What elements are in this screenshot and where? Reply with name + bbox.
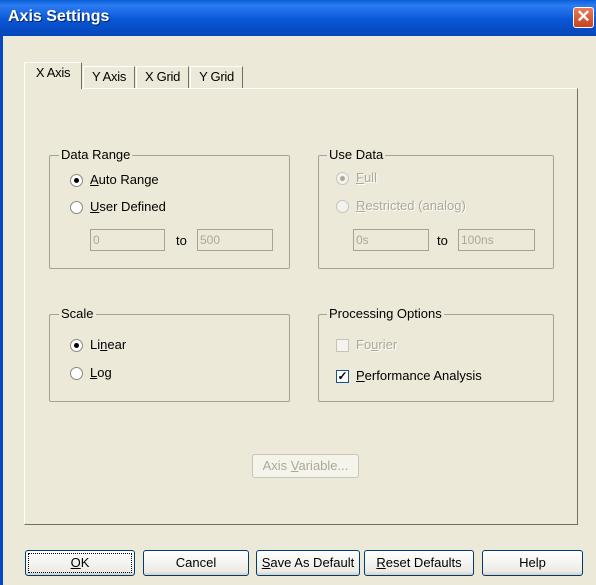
ok-button[interactable]: OK <box>25 550 135 576</box>
use-to-input[interactable]: 100ns <box>458 229 535 251</box>
performance-analysis-label[interactable]: Performance Analysis <box>356 368 482 384</box>
range-to-label: to <box>176 233 187 248</box>
tab-x-axis[interactable]: X Axis <box>24 62 82 89</box>
range-to-input[interactable]: 500 <box>197 229 273 251</box>
axis-variable-button[interactable]: Axis Variable... <box>252 454 359 478</box>
title-bar: Axis Settings ✕ <box>0 0 596 36</box>
save-as-default-button[interactable]: Save As Default <box>256 550 360 576</box>
range-from-input[interactable]: 0 <box>90 229 165 251</box>
linear-radio[interactable] <box>70 339 83 352</box>
tab-y-grid[interactable]: Y Grid <box>190 66 243 88</box>
full-label[interactable]: Full <box>356 170 377 186</box>
reset-defaults-button[interactable]: Reset Defaults <box>364 550 474 576</box>
fourier-label[interactable]: Fourier <box>356 337 397 353</box>
restricted-radio[interactable] <box>336 200 349 213</box>
user-defined-label[interactable]: User Defined <box>90 199 166 215</box>
restricted-label[interactable]: Restricted (analog) <box>356 198 466 214</box>
close-button[interactable]: ✕ <box>573 7 594 28</box>
auto-range-radio[interactable] <box>70 174 83 187</box>
checkmark-icon: ✓ <box>337 369 348 383</box>
data-range-group <box>49 155 290 269</box>
use-to-label: to <box>437 233 448 248</box>
use-data-title: Use Data <box>327 147 386 163</box>
scale-group <box>49 314 290 402</box>
log-label[interactable]: Log <box>90 365 112 381</box>
linear-label[interactable]: Linear <box>90 337 126 353</box>
fourier-checkbox[interactable] <box>336 339 349 352</box>
scale-title: Scale <box>59 306 96 322</box>
cancel-button[interactable]: Cancel <box>143 550 249 576</box>
log-radio[interactable] <box>70 367 83 380</box>
performance-analysis-checkbox[interactable]: ✓ <box>336 370 349 383</box>
full-radio[interactable] <box>336 172 349 185</box>
auto-range-label[interactable]: Auto Range <box>90 172 159 188</box>
close-icon: ✕ <box>576 7 591 26</box>
processing-options-title: Processing Options <box>327 306 444 322</box>
data-range-title: Data Range <box>59 147 133 163</box>
user-defined-radio[interactable] <box>70 201 83 214</box>
window-frame <box>0 36 3 585</box>
tab-x-grid[interactable]: X Grid <box>136 66 189 88</box>
help-button[interactable]: Help <box>482 550 583 576</box>
use-from-input[interactable]: 0s <box>353 229 429 251</box>
window-title: Axis Settings <box>8 8 110 25</box>
processing-options-group <box>318 314 554 402</box>
tab-y-axis[interactable]: Y Axis <box>83 66 135 88</box>
